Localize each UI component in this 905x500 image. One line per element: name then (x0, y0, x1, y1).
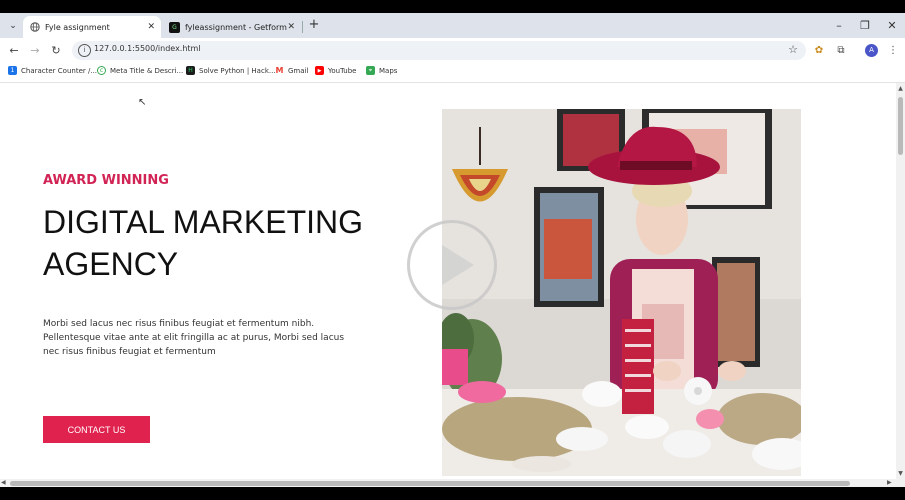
tab-title: Fyle assignment (45, 22, 110, 32)
play-video-button[interactable] (407, 220, 497, 310)
vertical-scrollbar[interactable]: ▲ ▼ (896, 83, 905, 479)
globe-icon (29, 22, 40, 33)
scroll-up-arrow-icon[interactable]: ▲ (896, 85, 905, 92)
hackerrank-icon: H (186, 66, 195, 75)
extension-cookie-icon[interactable]: ✿ (812, 44, 826, 58)
forward-icon[interactable]: → (28, 44, 42, 58)
tab-fyle-assignment[interactable]: Fyle assignment ✕ (23, 16, 161, 38)
hero-eyebrow: AWARD WINNING (43, 173, 169, 188)
tab-divider (302, 21, 303, 33)
bookmark-youtube[interactable]: ▶ YouTube (315, 66, 356, 75)
hero-body: Morbi sed lacus nec risus finibus feugia… (43, 319, 345, 357)
hero-image (442, 109, 801, 476)
close-icon[interactable]: ✕ (147, 22, 155, 32)
scroll-right-arrow-icon[interactable]: ▶ (887, 479, 892, 486)
bookmarks-bar: 1 Character Counter /... c Meta Title & … (0, 63, 905, 83)
browser-window: ⌄ Fyle assignment ✕ G fyleassignment - G… (0, 13, 905, 487)
restore-icon[interactable]: ❐ (858, 19, 872, 32)
headline-line-2: AGENCY (43, 246, 179, 282)
scroll-down-arrow-icon[interactable]: ▼ (896, 470, 905, 477)
maps-icon: ⌖ (366, 66, 375, 75)
bookmark-label: YouTube (328, 66, 357, 75)
vertical-scroll-thumb[interactable] (898, 97, 903, 155)
bookmark-label: Gmail (288, 66, 309, 75)
minimize-icon[interactable]: – (832, 19, 846, 32)
play-icon (442, 245, 474, 285)
bookmark-label: Maps (379, 66, 398, 75)
close-icon[interactable]: ✕ (287, 22, 295, 32)
tab-title: fyleassignment - Getform.io (185, 22, 288, 32)
bookmark-character-counter[interactable]: 1 Character Counter /... (8, 66, 97, 75)
browser-toolbar: ← → ↻ i 127.0.0.1:5500/index.html ☆ ✿ ⧉ … (0, 38, 905, 63)
headline-line-1: DIGITAL MARKETING (43, 204, 364, 240)
scroll-left-arrow-icon[interactable]: ◀ (1, 479, 6, 486)
tab-strip: ⌄ Fyle assignment ✕ G fyleassignment - G… (0, 13, 905, 38)
page-content: AWARD WINNING DIGITAL MARKETING AGENCY M… (0, 83, 896, 479)
bookmark-meta-title[interactable]: c Meta Title & Descri... (97, 66, 183, 75)
bookmark-label: Character Counter /... (21, 66, 98, 75)
youtube-icon: ▶ (315, 66, 324, 75)
bookmark-maps[interactable]: ⌖ Maps (366, 66, 397, 75)
bookmark-gmail[interactable]: M Gmail (275, 66, 308, 75)
mouse-cursor-icon: ↖ (138, 97, 147, 108)
bookmark-hackerrank[interactable]: H Solve Python | Hack... (186, 66, 276, 75)
extensions-puzzle-icon[interactable]: ⧉ (834, 44, 848, 58)
back-icon[interactable]: ← (7, 44, 21, 58)
tab-getform[interactable]: G fyleassignment - Getform.io ✕ (163, 16, 301, 38)
browser-menu-icon[interactable]: ⋮ (886, 44, 900, 58)
reload-icon[interactable]: ↻ (49, 44, 63, 58)
getform-icon: G (169, 21, 180, 33)
character-counter-icon: 1 (8, 66, 17, 75)
new-tab-icon[interactable]: + (307, 18, 321, 32)
bookmark-label: Solve Python | Hack... (199, 66, 276, 75)
horizontal-scrollbar[interactable]: ◀ ▶ (0, 479, 905, 487)
meta-title-icon: c (97, 66, 106, 75)
contact-us-button[interactable]: CONTACT US (43, 416, 150, 443)
gmail-icon: M (275, 66, 284, 75)
tab-search-chevron-icon[interactable]: ⌄ (4, 17, 22, 35)
bookmark-label: Meta Title & Descri... (110, 66, 184, 75)
site-info-icon[interactable]: i (78, 44, 91, 57)
hero-headline: DIGITAL MARKETING AGENCY (43, 201, 403, 285)
url-text[interactable]: 127.0.0.1:5500/index.html (94, 44, 201, 53)
profile-avatar[interactable]: A (865, 44, 878, 57)
horizontal-scroll-thumb[interactable] (10, 481, 850, 486)
window-close-icon[interactable]: ✕ (885, 19, 899, 32)
bookmark-star-icon[interactable]: ☆ (788, 43, 798, 56)
address-bar[interactable]: i 127.0.0.1:5500/index.html ☆ (72, 41, 806, 60)
